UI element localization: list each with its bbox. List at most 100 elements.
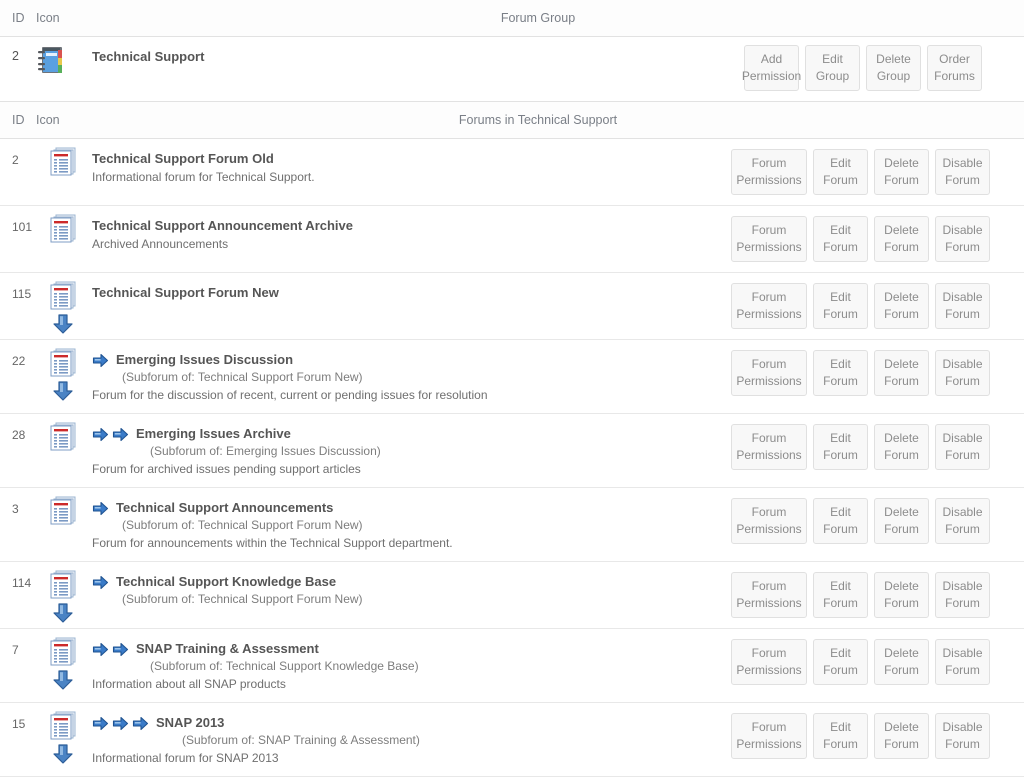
edit-forum-button[interactable]: Edit Forum: [813, 424, 868, 470]
delete-forum-button-line2: Forum: [884, 173, 919, 187]
forum-description: Informational forum for SNAP 2013: [92, 751, 279, 765]
disable-forum-button[interactable]: Disable Forum: [935, 149, 990, 195]
disable-forum-button-line2: Forum: [945, 737, 980, 751]
forum-title[interactable]: Emerging Issues Archive: [136, 426, 291, 442]
delete-group-button-line2: Group: [876, 69, 911, 83]
forum-table-header: ID Icon Forums in Technical Support: [0, 102, 1024, 139]
forum-permissions-button-line2: Permissions: [736, 522, 802, 536]
forum-permissions-button[interactable]: Forum Permissions: [731, 639, 807, 685]
disable-forum-button-line1: Disable: [942, 646, 983, 660]
disable-forum-button[interactable]: Disable Forum: [935, 350, 990, 396]
forum-permissions-button[interactable]: Forum Permissions: [731, 713, 807, 759]
down-arrow-icon: [52, 313, 74, 335]
edit-forum-button[interactable]: Edit Forum: [813, 149, 868, 195]
delete-forum-button[interactable]: Delete Forum: [874, 713, 929, 759]
edit-forum-button-line2: Forum: [823, 448, 858, 462]
forum-permissions-button-line1: Forum: [751, 290, 787, 304]
forum-icons: [36, 562, 90, 624]
disable-forum-button[interactable]: Disable Forum: [935, 639, 990, 685]
subforum-arrow-icon: [92, 575, 109, 590]
forum-permissions-button[interactable]: Forum Permissions: [731, 350, 807, 396]
forum-id: 7: [12, 643, 19, 657]
disable-forum-button[interactable]: Disable Forum: [935, 283, 990, 329]
delete-forum-button-line2: Forum: [884, 737, 919, 751]
forum-permissions-button-line2: Permissions: [736, 307, 802, 321]
forum-title[interactable]: Technical Support Forum New: [92, 285, 279, 301]
delete-forum-button[interactable]: Delete Forum: [874, 498, 929, 544]
edit-forum-button[interactable]: Edit Forum: [813, 216, 868, 262]
forum-permissions-button[interactable]: Forum Permissions: [731, 572, 807, 618]
forum-admin-board: ID Icon Forum Group 2 Technical Support …: [0, 0, 1024, 777]
edit-forum-button[interactable]: Edit Forum: [813, 350, 868, 396]
subforum-parent-label: (Subforum of: Technical Support Forum Ne…: [122, 518, 363, 532]
disable-forum-button[interactable]: Disable Forum: [935, 572, 990, 618]
edit-forum-button[interactable]: Edit Forum: [813, 572, 868, 618]
delete-forum-button-line1: Delete: [884, 431, 919, 445]
forum-title-line: Emerging Issues Archive: [92, 426, 731, 442]
forum-title[interactable]: SNAP Training & Assessment: [136, 641, 319, 657]
delete-forum-button[interactable]: Delete Forum: [874, 639, 929, 685]
forum-permissions-button[interactable]: Forum Permissions: [731, 424, 807, 470]
forum-permissions-button[interactable]: Forum Permissions: [731, 216, 807, 262]
forum-title-line: SNAP 2013: [92, 715, 731, 731]
forum-info: SNAP 2013 (Subforum of: SNAP Training & A…: [90, 703, 731, 776]
disable-forum-button-line1: Disable: [942, 357, 983, 371]
forum-permissions-button-line2: Permissions: [736, 663, 802, 677]
delete-group-button[interactable]: Delete Group: [866, 45, 921, 91]
edit-forum-button-line2: Forum: [823, 737, 858, 751]
forum-info: Emerging Issues Discussion (Subforum of: …: [90, 340, 731, 413]
forum-permissions-button[interactable]: Forum Permissions: [731, 149, 807, 195]
forum-actions: Forum Permissions Edit Forum Delete Forum Disa…: [731, 139, 1024, 205]
edit-group-button[interactable]: Edit Group: [805, 45, 860, 91]
forum-title[interactable]: SNAP 2013: [156, 715, 224, 731]
delete-forum-button-line1: Delete: [884, 505, 919, 519]
forum-icons: [36, 703, 90, 765]
forum-permissions-button-line1: Forum: [751, 223, 787, 237]
delete-forum-button[interactable]: Delete Forum: [874, 149, 929, 195]
forum-title[interactable]: Technical Support Announcement Archive: [92, 218, 353, 234]
disable-forum-button-line1: Disable: [942, 156, 983, 170]
delete-forum-button[interactable]: Delete Forum: [874, 283, 929, 329]
subforum-arrow-icon: [112, 716, 129, 731]
delete-forum-button-line2: Forum: [884, 448, 919, 462]
edit-forum-button[interactable]: Edit Forum: [813, 639, 868, 685]
forum-description: Informational forum for Technical Suppor…: [92, 170, 315, 184]
delete-forum-button-line2: Forum: [884, 596, 919, 610]
forum-permissions-button[interactable]: Forum Permissions: [731, 283, 807, 329]
document-icon: [50, 281, 76, 311]
forum-row: 7 SNAP Training & Assessment (Subforum of:…: [0, 629, 1024, 703]
delete-forum-button[interactable]: Delete Forum: [874, 350, 929, 396]
depth-arrows: [92, 353, 109, 368]
edit-forum-button-line1: Edit: [830, 223, 851, 237]
edit-forum-button[interactable]: Edit Forum: [813, 498, 868, 544]
document-icon: [50, 711, 76, 741]
disable-forum-button-line2: Forum: [945, 240, 980, 254]
add-permission-button[interactable]: Add Permission: [742, 45, 801, 91]
order-forums-button[interactable]: Order Forums: [927, 45, 982, 91]
disable-forum-button[interactable]: Disable Forum: [935, 216, 990, 262]
edit-forum-button[interactable]: Edit Forum: [813, 283, 868, 329]
forum-description: Forum for the discussion of recent, curr…: [92, 388, 488, 402]
subforum-parent-label: (Subforum of: Technical Support Knowledg…: [150, 659, 419, 673]
group-name: Technical Support: [92, 49, 205, 64]
delete-forum-button[interactable]: Delete Forum: [874, 424, 929, 470]
forum-title[interactable]: Technical Support Announcements: [116, 500, 333, 516]
forum-title[interactable]: Emerging Issues Discussion: [116, 352, 293, 368]
disable-forum-button-line2: Forum: [945, 522, 980, 536]
edit-forum-button-line2: Forum: [823, 173, 858, 187]
delete-forum-button[interactable]: Delete Forum: [874, 216, 929, 262]
disable-forum-button[interactable]: Disable Forum: [935, 498, 990, 544]
forum-title[interactable]: Technical Support Forum Old: [92, 151, 274, 167]
disable-forum-button-line2: Forum: [945, 374, 980, 388]
forum-permissions-button[interactable]: Forum Permissions: [731, 498, 807, 544]
forum-actions: Forum Permissions Edit Forum Delete Forum Disa…: [731, 703, 1024, 769]
delete-forum-button[interactable]: Delete Forum: [874, 572, 929, 618]
forum-title-line: Technical Support Forum New: [92, 285, 731, 301]
forum-icons: [36, 139, 90, 177]
edit-forum-button[interactable]: Edit Forum: [813, 713, 868, 759]
disable-forum-button[interactable]: Disable Forum: [935, 713, 990, 759]
forum-icons: [36, 629, 90, 691]
forum-title[interactable]: Technical Support Knowledge Base: [116, 574, 336, 590]
disable-forum-button[interactable]: Disable Forum: [935, 424, 990, 470]
forum-permissions-button-line2: Permissions: [736, 737, 802, 751]
